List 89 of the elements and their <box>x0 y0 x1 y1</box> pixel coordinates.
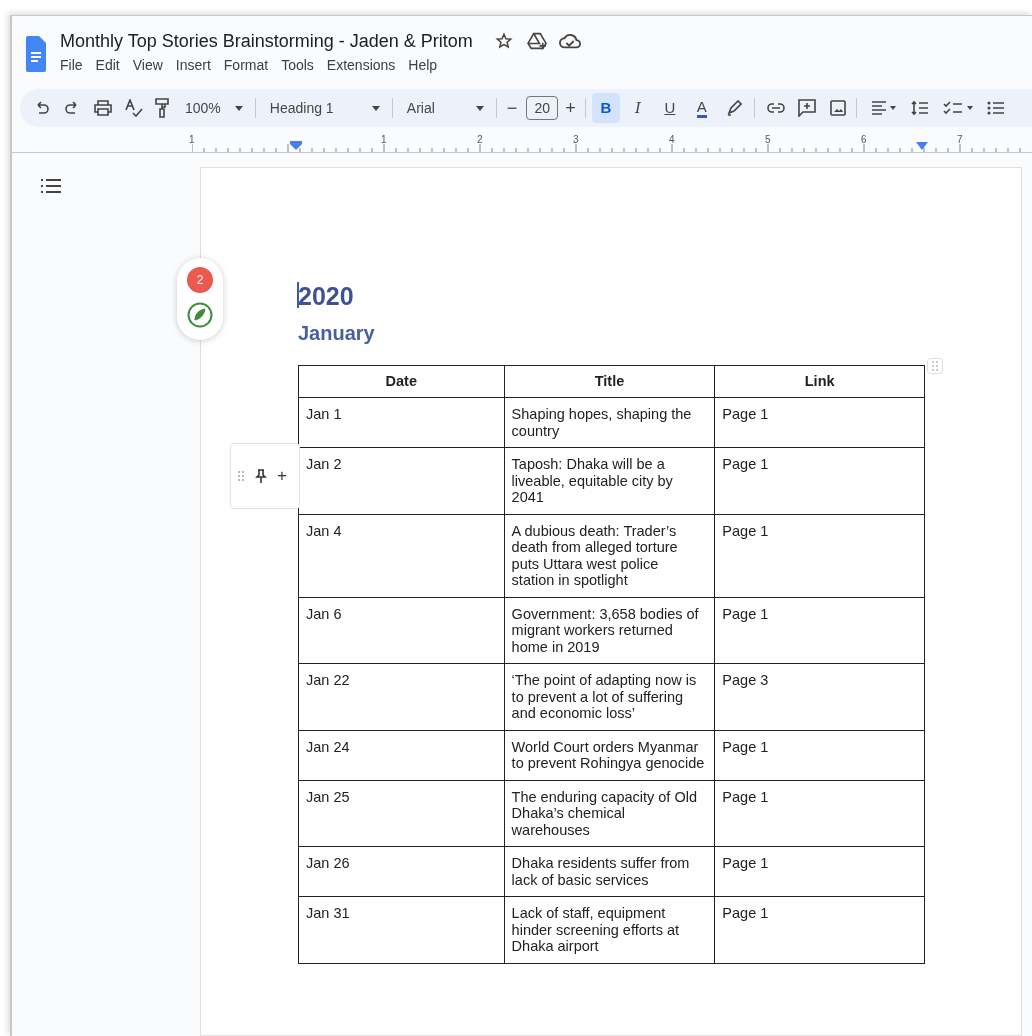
undo-icon[interactable] <box>34 100 50 116</box>
table-cell: Page 1 <box>714 514 925 597</box>
print-icon[interactable] <box>94 100 112 116</box>
table-cell: World Court orders Myanmar to prevent Rohingya genocide <box>504 730 715 780</box>
font-dropdown[interactable]: Arial <box>406 97 484 119</box>
table-cell: Page 1 <box>714 896 925 963</box>
column-header: Link <box>714 365 925 398</box>
table-cell: A dubious death: Trader’s death from alleged torture puts Uttara west police station in spotlight <box>504 514 715 597</box>
table-cell: Page 1 <box>714 730 925 780</box>
table-cell: Jan 24 <box>298 730 505 780</box>
align-left-icon[interactable] <box>870 100 897 116</box>
pin-icon[interactable] <box>255 469 267 483</box>
ruler-number: 4 <box>669 133 675 147</box>
link-icon[interactable] <box>766 103 785 113</box>
menu-item[interactable]: Tools <box>281 55 314 76</box>
ruler-number: 1 <box>189 133 195 147</box>
menu-item[interactable]: Insert <box>175 55 211 76</box>
leaf-icon[interactable] <box>187 302 213 328</box>
ruler-number: 2 <box>477 133 483 147</box>
table-cell: Jan 25 <box>298 780 505 847</box>
column-header: Date <box>298 365 505 398</box>
text-cursor <box>297 282 299 308</box>
column-header: Title <box>504 365 715 398</box>
menu-item[interactable]: Help <box>408 55 438 76</box>
left-indent-marker-icon[interactable] <box>290 141 302 150</box>
heading: 2020 <box>298 281 354 312</box>
table-cell: Jan 31 <box>298 896 505 963</box>
table-cell: Dhaka residents suffer from lack of basic services <box>504 846 715 897</box>
ruler-number: 7 <box>957 133 963 147</box>
text-color-button[interactable]: A <box>687 93 716 123</box>
ruler-number: 5 <box>765 133 771 147</box>
table-cell: Page 3 <box>714 663 925 730</box>
table-cell: Shaping hopes, shaping the country <box>504 397 715 448</box>
add-comment-icon[interactable] <box>797 99 816 117</box>
document-title[interactable]: Monthly Top Stories Brainstorming - Jaden & Pritom <box>60 30 473 52</box>
checklist-icon[interactable] <box>942 100 975 116</box>
ruler[interactable]: 1 1 2 3 4 5 6 7 <box>12 131 1032 153</box>
table-cell: Government: 3,658 bodies of migrant workers returned home in 2019 <box>504 597 715 664</box>
bulleted-list-icon[interactable] <box>986 100 1005 116</box>
redo-icon[interactable] <box>64 100 80 116</box>
table-cell: Jan 22 <box>298 663 505 730</box>
table-handle-icon[interactable] <box>927 358 943 374</box>
zoom-dropdown[interactable]: 100% <box>185 97 243 119</box>
italic-button[interactable]: I <box>623 93 652 123</box>
ruler-number: 1 <box>381 133 387 147</box>
table-cell: Page 1 <box>714 780 925 847</box>
increase-font-size-button[interactable]: + <box>565 94 576 122</box>
docs-logo-icon[interactable] <box>26 36 46 72</box>
table-cell: The enduring capacity of Old Dhaka’s chemical warehouses <box>504 780 715 847</box>
ruler-number: 6 <box>861 133 867 147</box>
table-cell: Jan 26 <box>298 846 505 897</box>
image-icon[interactable] <box>829 100 846 116</box>
menu-item[interactable]: Extensions <box>326 55 396 76</box>
menu-item[interactable]: Format <box>223 55 269 76</box>
caret-icon[interactable] <box>371 105 380 111</box>
table-cell: Lack of staff, equipment hinder screening efforts at Dhaka airport <box>504 896 715 963</box>
underline-button[interactable]: U <box>655 93 684 123</box>
add-row-button[interactable]: + <box>277 463 287 489</box>
right-indent-marker-icon[interactable] <box>916 142 928 150</box>
line-spacing-icon[interactable] <box>910 100 929 116</box>
move-to-drive-icon[interactable] <box>526 32 547 50</box>
caret-icon[interactable] <box>475 105 484 111</box>
style-dropdown[interactable]: Heading 1 <box>269 97 380 119</box>
highlighter-icon[interactable] <box>725 100 742 116</box>
star-icon[interactable] <box>494 32 513 50</box>
decrease-font-size-button[interactable]: − <box>506 94 518 122</box>
table-cell: Jan 4 <box>298 514 505 597</box>
cloud-check-icon[interactable] <box>558 32 581 50</box>
menu-item[interactable]: View <box>132 55 163 76</box>
font-size-field[interactable]: 20 <box>526 96 559 120</box>
bold-button[interactable]: B <box>591 93 620 123</box>
menu-item[interactable]: Edit <box>95 55 120 76</box>
caret-icon[interactable] <box>234 105 243 111</box>
menu-item[interactable]: File <box>60 55 83 76</box>
outline-icon[interactable] <box>41 179 61 193</box>
table-cell: ‘The point of adapting now is to prevent a lot of suffering and economic loss’ <box>504 663 715 730</box>
table-cell: Page 1 <box>714 597 925 664</box>
subheading: January <box>298 321 375 345</box>
table-cell: Page 1 <box>714 397 925 448</box>
spellcheck-icon[interactable] <box>125 99 143 117</box>
table-cell: Jan 1 <box>298 397 505 448</box>
table-cell: Page 1 <box>714 846 925 897</box>
table-cell: Jan 6 <box>298 597 505 664</box>
table-cell: Jan 2 <box>298 447 505 514</box>
ruler-number: 3 <box>573 133 579 147</box>
paint-format-icon[interactable] <box>155 98 169 118</box>
table-cell: Page 1 <box>714 447 925 514</box>
drag-handle-icon[interactable] <box>237 470 245 482</box>
table-cell: Taposh: Dhaka will be a liveable, equitable city by 2041 <box>504 447 715 514</box>
